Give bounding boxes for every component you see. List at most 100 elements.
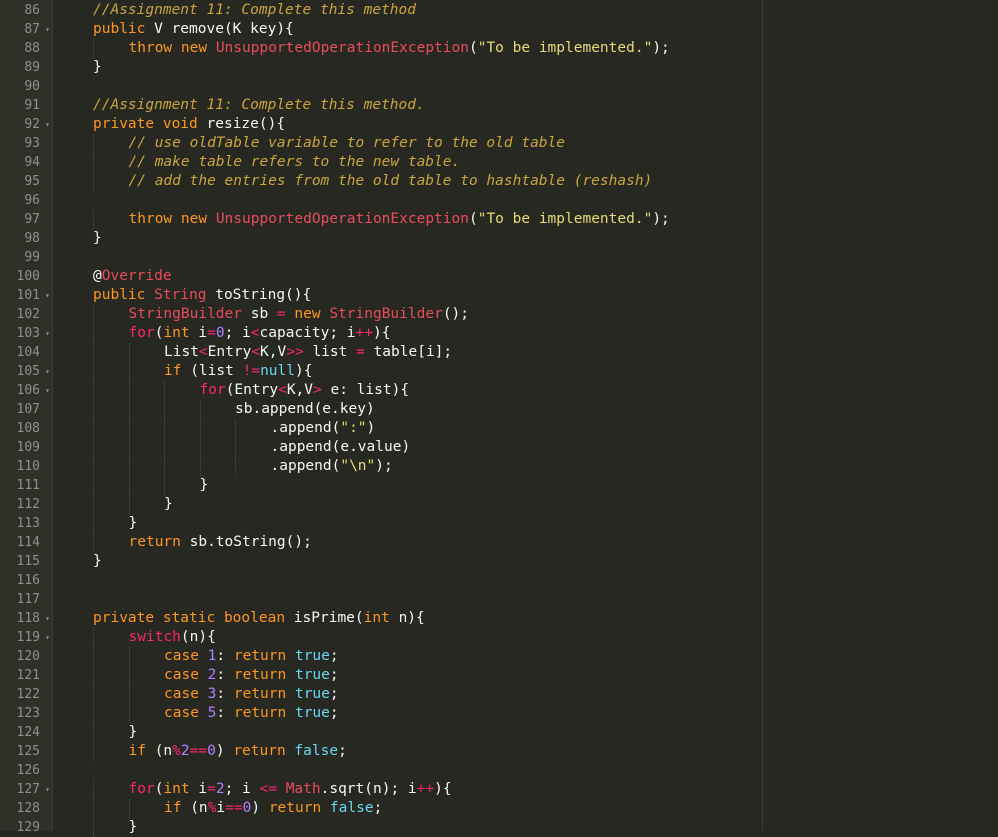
indent-guide xyxy=(164,476,165,495)
indent-guide xyxy=(128,704,130,723)
indent-guide xyxy=(93,723,94,742)
code-token: ; i xyxy=(224,781,260,797)
code-token: < xyxy=(250,325,260,341)
code-line[interactable]: 100 @Override xyxy=(0,267,998,286)
line-number: 119 xyxy=(16,630,40,645)
code-line[interactable]: 102 StringBuilder sb = new StringBuilder(… xyxy=(0,305,998,324)
code-text: switch(n){ xyxy=(129,628,216,647)
indent-guide xyxy=(128,495,130,514)
code-line[interactable]: 104 List<Entry<K,V>> list = table[i]; xyxy=(0,343,998,362)
code-line[interactable]: 97 throw new UnsupportedOperationExceptio… xyxy=(0,210,998,229)
fold-toggle-icon[interactable]: ▾ xyxy=(45,381,50,400)
code-token: == xyxy=(189,743,208,759)
code-text: throw new UnsupportedOperationException(… xyxy=(129,210,670,229)
code-token: < xyxy=(198,344,208,360)
indent-guide xyxy=(93,400,94,419)
line-number: 106 xyxy=(16,383,40,398)
code-token: StringBuilder xyxy=(329,306,443,322)
fold-toggle-icon[interactable]: ▾ xyxy=(45,115,50,134)
code-line[interactable]: 127 ▾ for(int i=2; i <= Math.sqrt(n); i++)… xyxy=(0,780,998,799)
code-line[interactable]: 98} xyxy=(0,229,998,248)
fold-toggle-icon[interactable]: ▾ xyxy=(45,609,50,628)
code-line[interactable]: 123 case 5: return true; xyxy=(0,704,998,723)
code-line[interactable]: 91 //Assignment 11: Complete this method. xyxy=(0,96,998,115)
code-line[interactable]: 90 xyxy=(0,77,998,96)
code-line[interactable]: 115} xyxy=(0,552,998,571)
indent-guide xyxy=(93,647,94,666)
code-line[interactable]: 92 ▾ private void resize(){ xyxy=(0,115,998,134)
code-line[interactable]: 108 .append(":") xyxy=(0,419,998,438)
indent-guide xyxy=(199,438,201,457)
indent-guide xyxy=(199,419,201,438)
fold-toggle-icon[interactable]: ▾ xyxy=(45,286,50,305)
code-token: ); xyxy=(652,211,670,227)
indent-guide xyxy=(93,210,94,229)
code-line[interactable]: 121 case 2: return true; xyxy=(0,666,998,685)
code-line[interactable]: 124} xyxy=(0,723,998,742)
code-line[interactable]: 107 sb.append(e.key) xyxy=(0,400,998,419)
code-line[interactable]: 86 //Assignment 11: Complete this method xyxy=(0,1,998,20)
code-line[interactable]: 88 throw new UnsupportedOperationExceptio… xyxy=(0,39,998,58)
code-text: for(int i=2; i <= Math.sqrt(n); i++){ xyxy=(129,780,452,799)
code-editor[interactable]: 86//Assignment 11: Complete this method 8… xyxy=(0,0,998,837)
fold-toggle-icon[interactable]: ▾ xyxy=(45,628,50,647)
code-line[interactable]: 111} xyxy=(0,476,998,495)
code-token: ++ xyxy=(416,781,435,797)
code-line[interactable]: 87 ▾ public V remove(K key){ xyxy=(0,20,998,39)
code-line[interactable]: 110 .append("\n"); xyxy=(0,457,998,476)
code-token: public xyxy=(93,287,155,303)
code-line[interactable]: 117 xyxy=(0,590,998,609)
code-token: < xyxy=(251,344,261,360)
line-number: 116 xyxy=(16,573,40,588)
code-line[interactable]: 103 ▾ for(int i=0; i<capacity; i++){ xyxy=(0,324,998,343)
code-line[interactable]: 128 if (n%i==0) return false; xyxy=(0,799,998,818)
code-line[interactable]: 99 xyxy=(0,248,998,267)
line-number: 91 xyxy=(24,98,40,113)
code-token: for xyxy=(199,382,226,398)
indent-guide xyxy=(93,381,94,400)
code-line[interactable]: 101 ▾ public String toString(){ xyxy=(0,286,998,305)
indent-guide xyxy=(93,495,94,514)
code-line[interactable]: 120 case 1: return true; xyxy=(0,647,998,666)
code-line[interactable]: 126 xyxy=(0,761,998,780)
fold-toggle-icon[interactable]: ▾ xyxy=(45,362,50,381)
line-number: 114 xyxy=(16,535,40,550)
line-number: 107 xyxy=(16,402,40,417)
line-number: 88 xyxy=(24,41,40,56)
code-token: new xyxy=(180,40,216,56)
code-line[interactable]: 95 // add the entries from the old table … xyxy=(0,172,998,191)
code-line[interactable]: 118 ▾ private static boolean isPrime(int n… xyxy=(0,609,998,628)
code-line[interactable]: 93 // use oldTable variable to refer to t… xyxy=(0,134,998,153)
code-line[interactable]: 112} xyxy=(0,495,998,514)
code-line[interactable]: 89} xyxy=(0,58,998,77)
fold-toggle-icon[interactable]: ▾ xyxy=(45,780,50,799)
code-token: capacity; i xyxy=(259,325,356,341)
code-line[interactable]: 125 if (n%2==0) return false; xyxy=(0,742,998,761)
code-line[interactable]: 94 // make table refers to the new table. xyxy=(0,153,998,172)
code-line[interactable]: 119 ▾ switch(n){ xyxy=(0,628,998,647)
indent-guide xyxy=(128,799,130,818)
code-line[interactable]: 113} xyxy=(0,514,998,533)
code-line[interactable]: 105 ▾ if (list !=null){ xyxy=(0,362,998,381)
code-text: .append(":") xyxy=(271,419,376,438)
code-token: i xyxy=(216,800,226,816)
code-line[interactable]: 109 .append(e.value) xyxy=(0,438,998,457)
code-line[interactable]: 114 return sb.toString(); xyxy=(0,533,998,552)
line-number: 125 xyxy=(16,744,40,759)
code-token: Entry xyxy=(207,344,252,360)
code-line[interactable]: 122 case 3: return true; xyxy=(0,685,998,704)
code-line[interactable]: 106 ▾ for(Entry<K,V> e: list){ xyxy=(0,381,998,400)
line-number: 121 xyxy=(16,668,40,683)
code-token: for xyxy=(128,325,155,341)
code-token: // add the entries from the old table to… xyxy=(128,173,653,189)
indent-guide xyxy=(164,438,165,457)
fold-toggle-icon[interactable]: ▾ xyxy=(45,20,50,39)
code-token: // use oldTable variable to refer to the… xyxy=(128,135,566,151)
code-line[interactable]: 116 xyxy=(0,571,998,590)
code-line[interactable]: 96 xyxy=(0,191,998,210)
code-token: int xyxy=(363,610,399,626)
indent-guide xyxy=(93,172,94,191)
line-number: 95 xyxy=(24,174,40,189)
fold-toggle-icon[interactable]: ▾ xyxy=(45,324,50,343)
code-line[interactable]: 129} xyxy=(0,818,998,837)
